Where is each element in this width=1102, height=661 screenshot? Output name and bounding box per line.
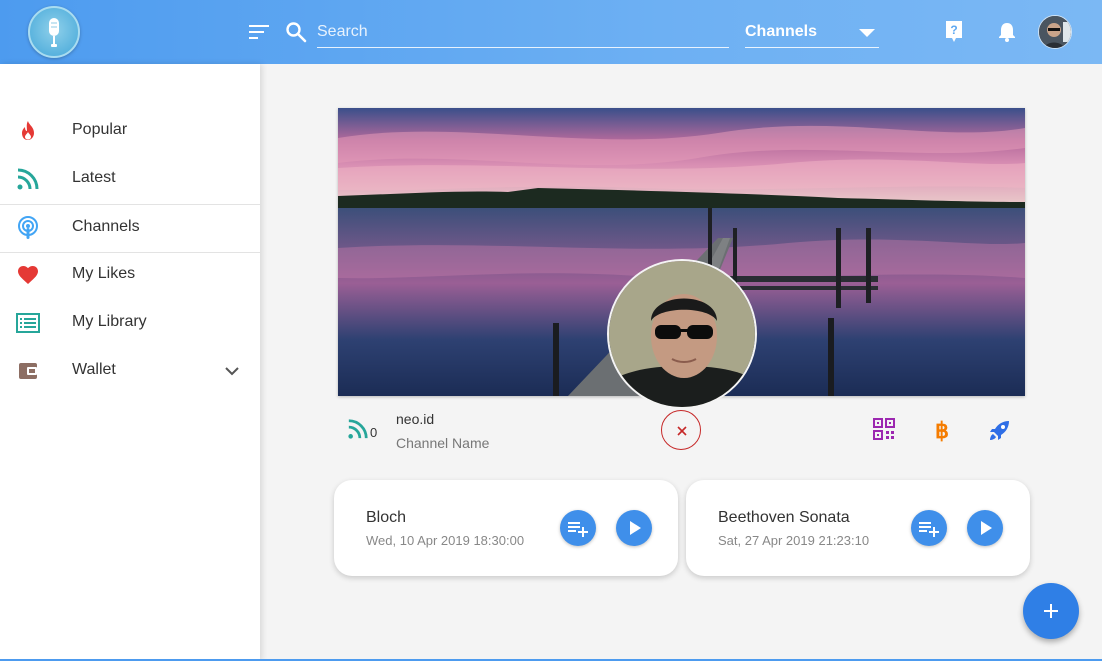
- rocket-icon[interactable]: [988, 418, 1012, 447]
- sidebar-item-label: My Likes: [72, 265, 136, 282]
- help-icon[interactable]: ?: [944, 20, 964, 49]
- channel-avatar[interactable]: [607, 259, 757, 409]
- podcast-icon: [16, 216, 40, 240]
- episode-title: Bloch: [366, 509, 407, 526]
- episode-title: Beethoven Sonata: [718, 509, 850, 526]
- play-icon: [981, 521, 992, 535]
- playlist-add-icon: [568, 522, 588, 537]
- close-icon: [677, 426, 687, 436]
- category-select-value: Channels: [745, 23, 818, 40]
- top-bar: Channels ?: [0, 0, 1102, 64]
- search-field: [317, 18, 729, 48]
- search-icon[interactable]: [285, 21, 307, 48]
- sidebar-item-label: My Library: [72, 313, 147, 330]
- episode-date: Wed, 10 Apr 2019 18:30:00: [366, 533, 525, 548]
- menu-icon[interactable]: [248, 22, 270, 47]
- heart-icon: [16, 263, 40, 287]
- user-avatar[interactable]: [1038, 15, 1072, 49]
- play-icon: [630, 521, 641, 535]
- play-button[interactable]: [967, 510, 1003, 546]
- sidebar-item-latest[interactable]: Latest: [0, 155, 260, 203]
- sidebar-item-my-likes[interactable]: My Likes: [0, 251, 260, 299]
- unsubscribe-button[interactable]: [661, 410, 701, 450]
- rss-icon: [16, 167, 40, 191]
- sidebar-item-channels[interactable]: Channels: [0, 204, 260, 252]
- bitcoin-icon[interactable]: ฿: [931, 418, 953, 447]
- chevron-down-icon[interactable]: [222, 361, 242, 386]
- app-logo[interactable]: [28, 6, 80, 58]
- plus-icon: [1044, 604, 1058, 618]
- episode-date: Sat, 27 Apr 2019 21:23:10: [718, 533, 870, 548]
- sidebar-item-my-library[interactable]: My Library: [0, 299, 260, 347]
- sidebar-item-label: Channels: [72, 218, 140, 235]
- sidebar-item-label: Latest: [72, 169, 116, 186]
- category-select[interactable]: Channels: [745, 18, 879, 48]
- search-input[interactable]: [317, 18, 729, 46]
- svg-text:?: ?: [950, 23, 957, 37]
- add-to-playlist-button[interactable]: [560, 510, 596, 546]
- add-to-playlist-button[interactable]: [911, 510, 947, 546]
- sidebar-item-label: Popular: [72, 121, 128, 138]
- channel-name: Channel Name: [396, 435, 490, 451]
- library-icon: [16, 311, 40, 335]
- wallet-icon: [16, 359, 40, 383]
- add-button[interactable]: [1023, 583, 1079, 639]
- svg-text:฿: ฿: [935, 418, 949, 442]
- qr-code-icon[interactable]: [873, 418, 895, 445]
- sidebar-item-popular[interactable]: Popular: [0, 107, 260, 155]
- sidebar-item-label: Wallet: [72, 361, 116, 378]
- play-button[interactable]: [616, 510, 652, 546]
- subscriber-count: 0: [370, 425, 378, 440]
- episode-card[interactable]: Beethoven Sonata Sat, 27 Apr 2019 21:23:…: [686, 480, 1030, 576]
- microphone-icon: [49, 18, 59, 47]
- channel-id: neo.id: [396, 411, 435, 427]
- caret-down-icon: [859, 29, 875, 37]
- playlist-add-icon: [919, 522, 939, 537]
- rss-icon: [347, 418, 369, 445]
- fire-icon: [16, 119, 40, 143]
- episode-card[interactable]: Bloch Wed, 10 Apr 2019 18:30:00: [334, 480, 678, 576]
- sidebar: Popular Latest Channels My Likes My Libr…: [0, 64, 260, 661]
- sidebar-item-wallet[interactable]: Wallet: [0, 347, 260, 395]
- bell-icon[interactable]: [997, 21, 1017, 48]
